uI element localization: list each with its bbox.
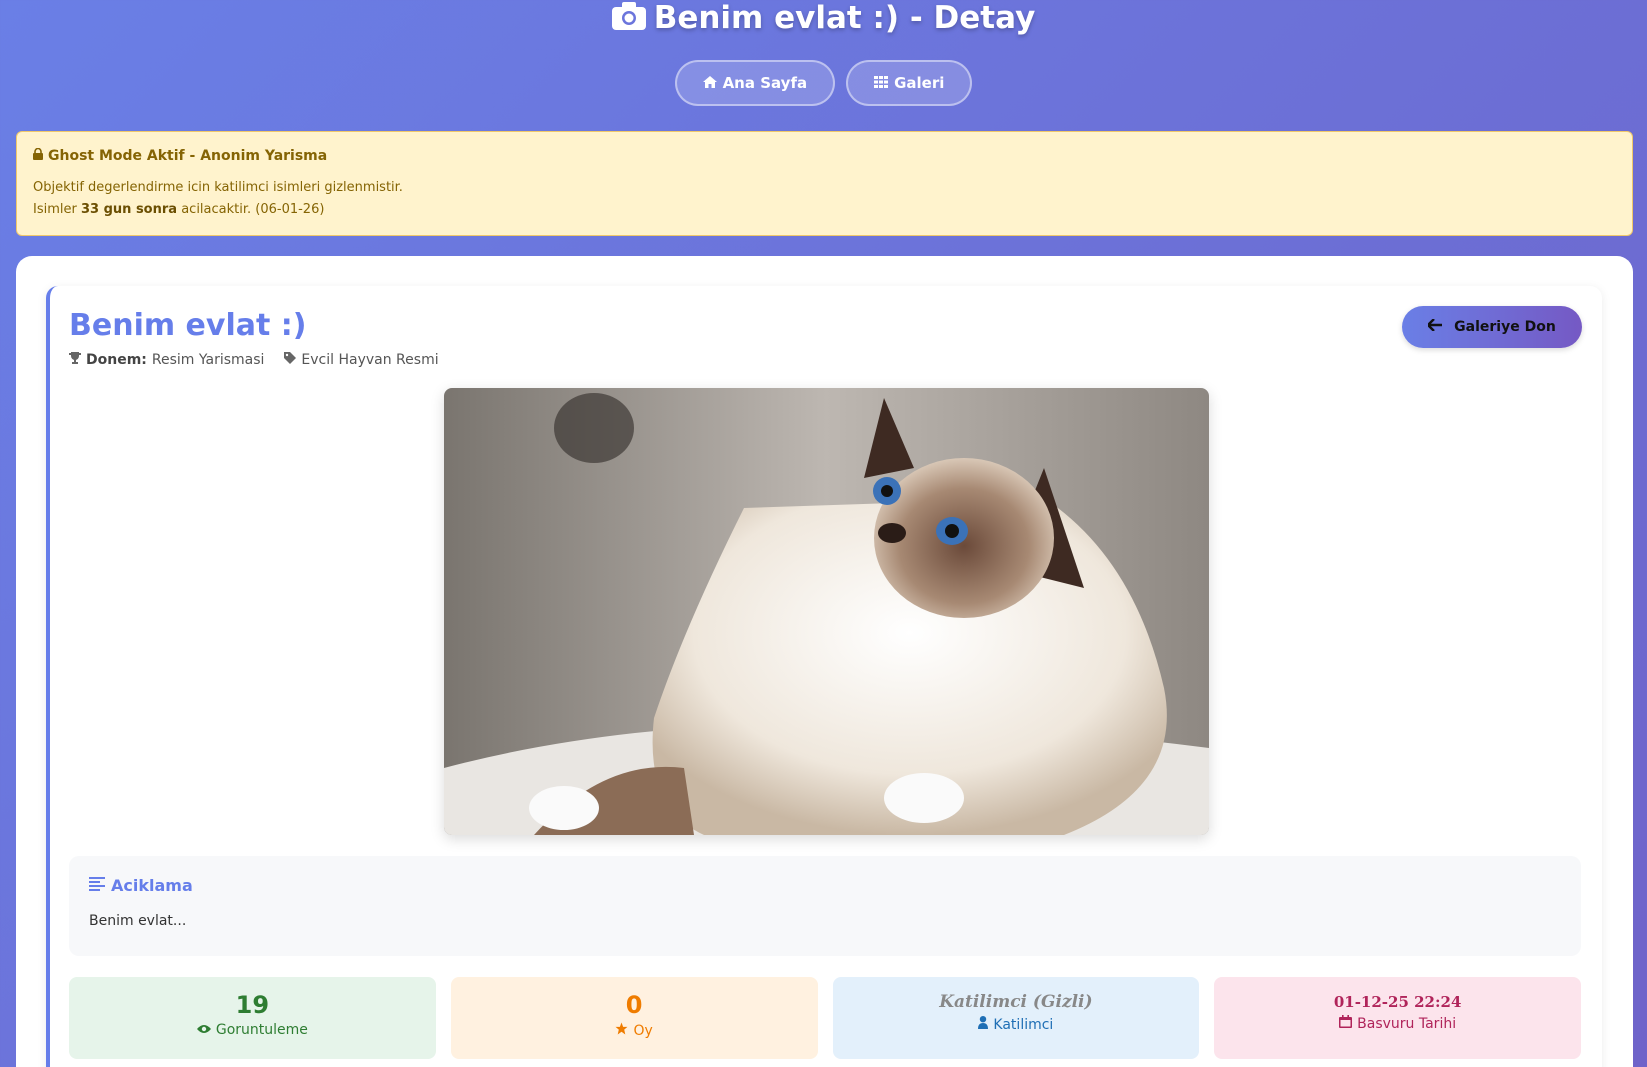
alert-line-2-prefix: Isimler bbox=[33, 202, 77, 217]
calendar-icon bbox=[1339, 1015, 1353, 1032]
eye-icon bbox=[196, 1022, 211, 1038]
main-panel: Benim evlat :) Donem: Resim Yarismasi Ev… bbox=[16, 256, 1633, 1067]
category-value: Evcil Hayvan Resmi bbox=[301, 352, 439, 368]
date-value: 01-12-25 22:24 bbox=[1333, 993, 1462, 1011]
period-label: Donem: bbox=[86, 352, 147, 368]
trophy-icon bbox=[69, 352, 81, 368]
views-stat: 19 Goruntuleme bbox=[69, 977, 436, 1059]
ghost-mode-alert: Ghost Mode Aktif - Anonim Yarisma Objekt… bbox=[16, 131, 1633, 236]
entry-meta: Donem: Resim Yarismasi Evcil Hayvan Resm… bbox=[69, 352, 439, 368]
top-header: Benim evlat :) - Detay Ana Sayfa Galeri bbox=[0, 0, 1647, 128]
alert-title: Ghost Mode Aktif - Anonim Yarisma bbox=[33, 147, 1616, 164]
votes-label: Oy bbox=[633, 1022, 653, 1039]
category-meta: Evcil Hayvan Resmi bbox=[284, 352, 439, 368]
participant-label-row: Katilimci bbox=[833, 1016, 1200, 1033]
page-title-text: Benim evlat :) - Detay bbox=[653, 0, 1036, 36]
cat-photo-image bbox=[444, 388, 1209, 835]
alert-line-2: Isimler 33 gun sonra acilacaktir. (06-01… bbox=[33, 199, 1616, 221]
entry-card: Benim evlat :) Donem: Resim Yarismasi Ev… bbox=[46, 286, 1602, 1067]
views-label: Goruntuleme bbox=[215, 1022, 308, 1038]
description-box: Aciklama Benim evlat... bbox=[69, 856, 1581, 956]
gallery-button[interactable]: Galeri bbox=[846, 60, 973, 106]
home-button[interactable]: Ana Sayfa bbox=[674, 60, 836, 106]
back-to-gallery-button[interactable]: Galeriye Don bbox=[1402, 306, 1582, 348]
grid-icon bbox=[874, 74, 889, 92]
camera-icon bbox=[611, 2, 646, 38]
stats-row: 19 Goruntuleme 0 Oy Katilimci (Gizli) Ka… bbox=[69, 977, 1581, 1059]
main-nav: Ana Sayfa Galeri bbox=[0, 60, 1647, 106]
alert-title-text: Ghost Mode Aktif - Anonim Yarisma bbox=[48, 148, 328, 164]
description-text: Benim evlat... bbox=[89, 913, 187, 929]
description-title-text: Aciklama bbox=[111, 876, 193, 895]
participant-value: Katilimci (Gizli) bbox=[939, 992, 1093, 1012]
votes-value: 0 bbox=[625, 991, 643, 1019]
back-button-label: Galeriye Don bbox=[1454, 319, 1556, 335]
align-left-icon bbox=[89, 876, 105, 895]
user-icon bbox=[978, 1016, 989, 1033]
period-meta: Donem: Resim Yarismasi bbox=[69, 352, 264, 368]
alert-countdown: 33 gun sonra bbox=[80, 202, 178, 217]
entry-title: Benim evlat :) bbox=[69, 308, 307, 343]
participant-label: Katilimci bbox=[993, 1016, 1054, 1033]
lock-icon bbox=[33, 147, 43, 164]
date-label: Basvuru Tarihi bbox=[1357, 1015, 1457, 1032]
votes-label-row: Oy bbox=[451, 1022, 818, 1039]
arrow-left-icon bbox=[1426, 318, 1443, 335]
views-value: 19 bbox=[235, 991, 270, 1019]
period-value: Resim Yarismasi bbox=[151, 352, 265, 368]
alert-line-1: Objektif degerlendirme icin katilimci is… bbox=[33, 180, 403, 195]
views-label-row: Goruntuleme bbox=[69, 1022, 436, 1038]
votes-stat: 0 Oy bbox=[450, 977, 818, 1059]
alert-line-2-suffix: acilacaktir. (06-01-26) bbox=[181, 202, 325, 217]
description-title: Aciklama bbox=[89, 876, 1561, 895]
date-label-row: Basvuru Tarihi bbox=[1214, 1015, 1581, 1032]
home-button-label: Ana Sayfa bbox=[722, 74, 808, 92]
participant-stat: Katilimci (Gizli) Katilimci bbox=[832, 977, 1200, 1059]
entry-photo[interactable] bbox=[444, 388, 1209, 835]
page-title: Benim evlat :) - Detay bbox=[0, 0, 1647, 38]
date-stat: 01-12-25 22:24 Basvuru Tarihi bbox=[1214, 977, 1581, 1059]
star-icon bbox=[615, 1022, 628, 1039]
tag-icon bbox=[284, 352, 297, 368]
home-icon bbox=[702, 74, 717, 92]
gallery-button-label: Galeri bbox=[894, 74, 945, 92]
